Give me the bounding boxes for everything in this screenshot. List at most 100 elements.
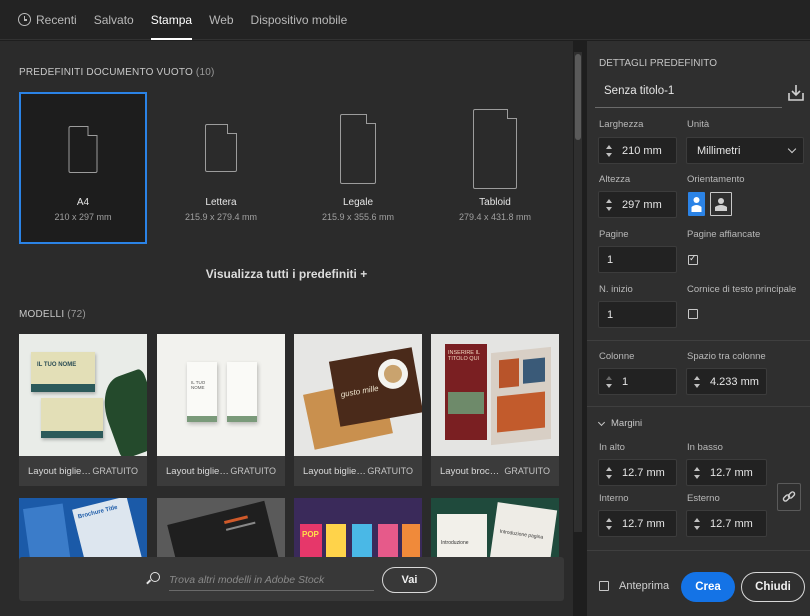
scrollbar-thumb[interactable] [575, 54, 581, 140]
inside-margin-label: Interno [599, 493, 629, 504]
create-button[interactable]: Crea [681, 572, 735, 602]
close-button[interactable]: Chiudi [741, 572, 805, 602]
blank-presets-title-text: PREDEFINITI DOCUMENTO VUOTO [19, 67, 193, 78]
preset-size: 215.9 x 355.6 mm [321, 212, 395, 222]
divider [587, 550, 810, 551]
landscape-orientation-button[interactable] [710, 192, 732, 216]
preset-name: Legale [342, 197, 374, 208]
see-all-presets-link[interactable]: Visualizza tutti i predefiniti + [0, 267, 573, 281]
outside-margin-stepper[interactable] [690, 511, 704, 536]
top-margin-field[interactable]: 12.7 mm [598, 459, 677, 486]
pages-label: Pagine [599, 229, 629, 240]
document-icon [68, 126, 98, 173]
top-margin-stepper[interactable] [602, 460, 616, 485]
stock-search-bar: Vai [19, 557, 564, 601]
template-thumbnail: INSERIRE IL TITOLO QUI [431, 334, 559, 456]
templates-count: (72) [67, 309, 86, 320]
free-badge: GRATUITO [92, 466, 138, 476]
save-preset-icon[interactable] [788, 84, 804, 101]
template-name: Layout bigliett... [303, 465, 368, 477]
preset-a4[interactable]: A4 210 x 297 mm [19, 92, 147, 244]
top-margin-value: 12.7 mm [622, 466, 665, 479]
units-value: Millimetri [697, 144, 741, 157]
preset-size: 215.9 x 279.4 mm [184, 212, 258, 222]
inside-margin-stepper[interactable] [602, 511, 616, 536]
document-icon [205, 124, 237, 172]
gutter-field[interactable]: 4.233 mm [686, 368, 767, 395]
template-card[interactable]: IL TUO NOME Layout bigliett... GRATUITO [19, 334, 147, 486]
document-name[interactable]: Senza titolo-1 [604, 85, 674, 97]
margins-label: Margini [611, 418, 643, 429]
portrait-orientation-button[interactable] [688, 192, 705, 216]
scrollbar[interactable] [574, 52, 582, 532]
width-value: 210 mm [622, 144, 662, 157]
template-thumbnail: IL TUO NOME [157, 334, 285, 456]
width-stepper[interactable] [602, 138, 616, 163]
height-stepper[interactable] [602, 192, 616, 217]
start-number-field[interactable]: 1 [598, 301, 677, 328]
document-icon [473, 109, 517, 189]
template-name: Layout bigliett... [166, 465, 231, 477]
bottom-margin-field[interactable]: 12.7 mm [686, 459, 767, 486]
units-select[interactable]: Millimetri [686, 137, 804, 164]
document-icon [340, 114, 376, 184]
tab-stampa[interactable]: Stampa [150, 0, 193, 40]
preset-name: Tabloid [479, 197, 511, 208]
template-name: Layout brochur... [440, 465, 505, 477]
height-label: Altezza [599, 174, 631, 185]
preview-checkbox[interactable] [599, 581, 609, 591]
orientation-label: Orientamento [687, 174, 745, 185]
tab-recenti[interactable]: Recenti [18, 0, 77, 40]
units-label: Unità [687, 119, 710, 130]
width-field[interactable]: 210 mm [598, 137, 677, 164]
pages-value: 1 [607, 253, 614, 266]
chevron-down-icon [597, 418, 606, 426]
search-icon [150, 572, 160, 582]
divider [587, 406, 810, 407]
columns-field[interactable]: 1 [598, 368, 677, 395]
facing-pages-checkbox[interactable] [688, 253, 698, 265]
inside-margin-field[interactable]: 12.7 mm [598, 510, 677, 537]
tab-web[interactable]: Web [209, 0, 233, 40]
templates-title: MODELLI (72) [19, 309, 86, 320]
tab-recenti-label: Recenti [36, 12, 77, 27]
tab-dispositivo-mobile[interactable]: Dispositivo mobile [251, 0, 348, 40]
blank-presets-title: PREDEFINITI DOCUMENTO VUOTO (10) [19, 67, 215, 78]
preset-size: 210 x 297 mm [54, 212, 112, 222]
columns-stepper[interactable] [602, 369, 616, 394]
tab-salvato[interactable]: Salvato [94, 0, 134, 40]
preset-legale[interactable]: Legale 215.9 x 355.6 mm [294, 92, 422, 244]
bottom-margin-label: In basso [687, 442, 723, 453]
outside-margin-label: Esterno [687, 493, 720, 504]
bottom-margin-stepper[interactable] [690, 460, 704, 485]
margins-toggle[interactable]: Margini [597, 418, 643, 429]
start-number-value: 1 [607, 308, 614, 321]
free-badge: GRATUITO [504, 466, 550, 476]
gutter-stepper[interactable] [690, 369, 704, 394]
vai-button[interactable]: Vai [382, 567, 437, 593]
primary-text-frame-label: Cornice di testo principale [687, 284, 797, 295]
primary-text-frame-checkbox[interactable] [688, 309, 698, 319]
height-field[interactable]: 297 mm [598, 191, 677, 218]
preset-lettera[interactable]: Lettera 215.9 x 279.4 mm [157, 92, 285, 244]
template-caption: Layout brochur... GRATUITO [431, 456, 559, 486]
template-caption: Layout bigliett... GRATUITO [157, 456, 285, 486]
template-thumbnail: gusto mille [294, 334, 422, 456]
preset-tabloid[interactable]: Tabloid 279.4 x 431.8 mm [431, 92, 559, 244]
free-badge: GRATUITO [367, 466, 413, 476]
stock-search-input[interactable] [169, 569, 374, 591]
divider [587, 340, 810, 341]
facing-pages-label: Pagine affiancate [687, 229, 761, 240]
details-header: DETTAGLI PREDEFINITO [599, 58, 717, 69]
pages-field[interactable]: 1 [598, 246, 677, 273]
templates-title-text: MODELLI [19, 309, 65, 320]
free-badge: GRATUITO [230, 466, 276, 476]
template-card[interactable]: gusto mille Layout bigliett... GRATUITO [294, 334, 422, 486]
template-card[interactable]: INSERIRE IL TITOLO QUI Layout brochur...… [431, 334, 559, 486]
preset-name: A4 [76, 197, 90, 208]
outside-margin-field[interactable]: 12.7 mm [686, 510, 767, 537]
template-card[interactable]: IL TUO NOME Layout bigliett... GRATUITO [157, 334, 285, 486]
link-margins-icon[interactable] [777, 483, 801, 511]
top-margin-label: In alto [599, 442, 625, 453]
width-label: Larghezza [599, 119, 644, 130]
